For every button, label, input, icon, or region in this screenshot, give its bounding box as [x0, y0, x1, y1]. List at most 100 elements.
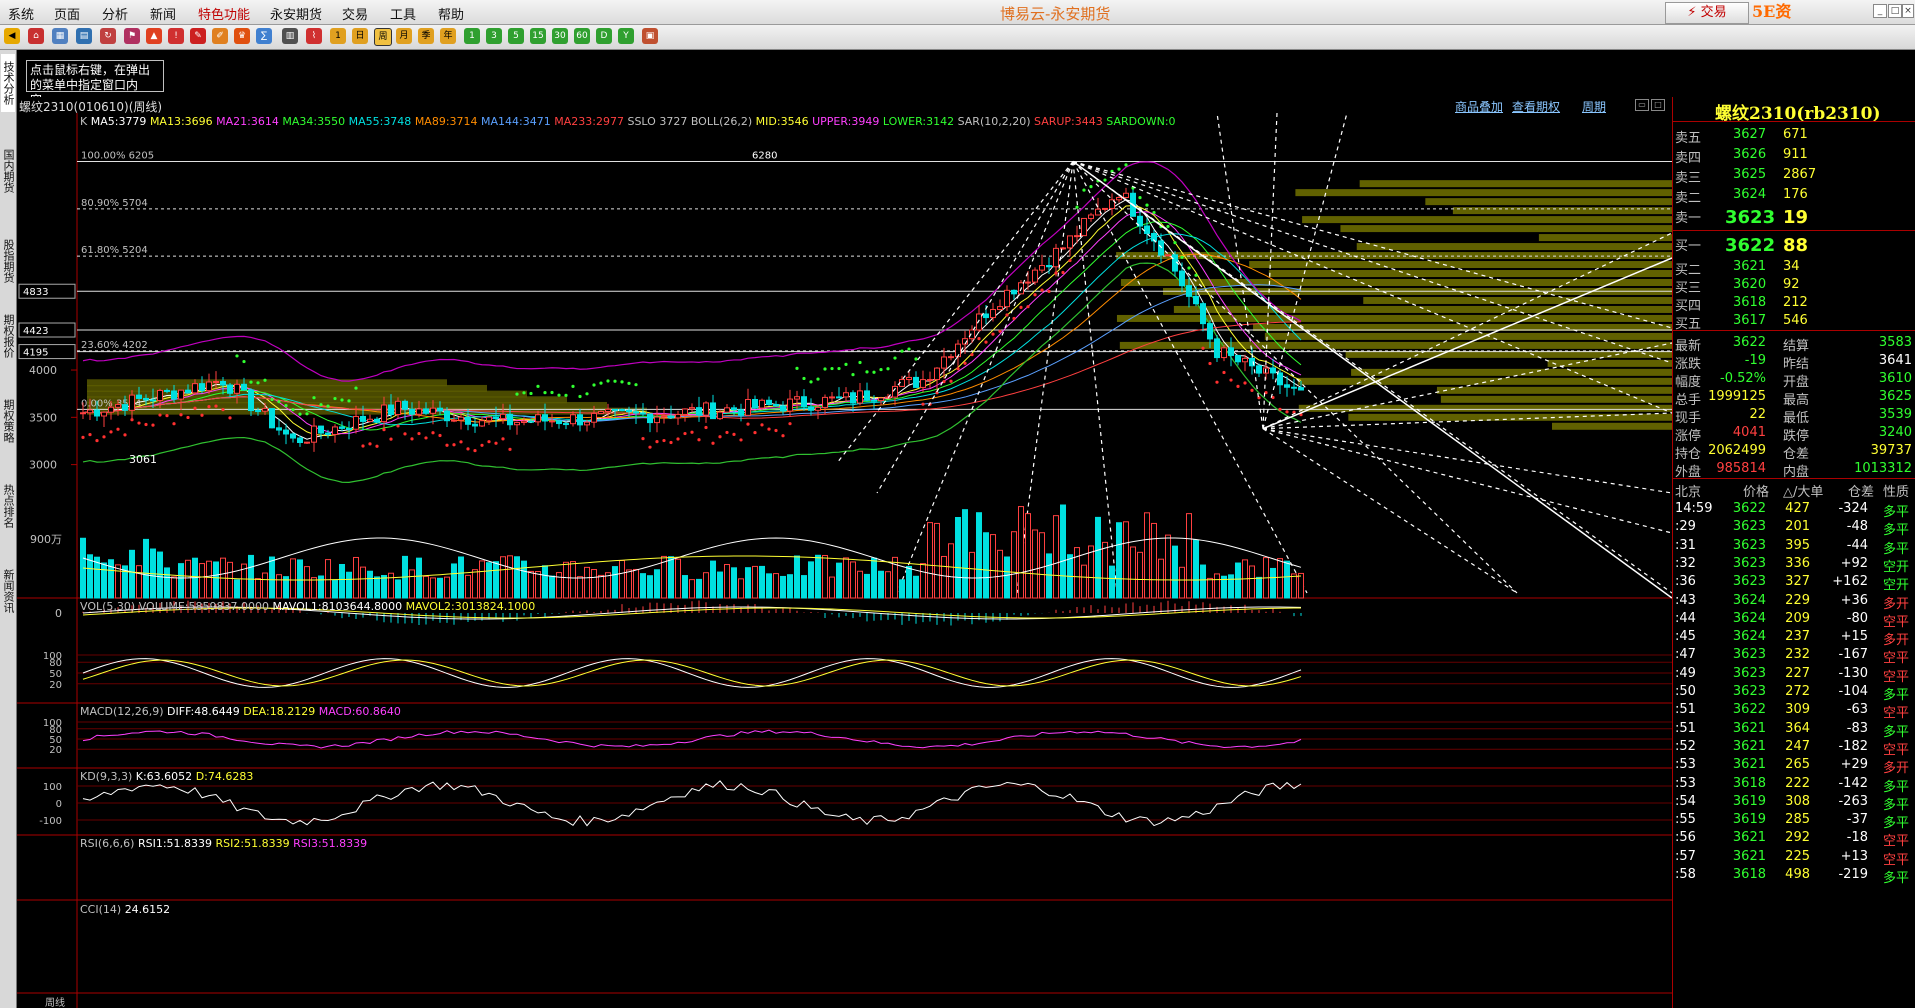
period-1-icon[interactable]: 1: [464, 28, 480, 44]
period-year2-icon[interactable]: Y: [618, 28, 634, 44]
period-month-icon[interactable]: 月: [396, 28, 412, 44]
tick-row-2[interactable]: :31 3623 395 -44 多平: [1673, 536, 1915, 557]
bid-row-4[interactable]: 买五 3617 546: [1673, 311, 1915, 332]
tick-row-17[interactable]: :55 3619 285 -37 多平: [1673, 810, 1915, 831]
tick-row-9[interactable]: :49 3623 227 -130 空平: [1673, 664, 1915, 685]
close-icon[interactable]: ×: [1902, 4, 1914, 18]
stat-row-0[interactable]: 最新 3622 结算 3583: [1673, 333, 1915, 354]
stat-row-6[interactable]: 持仓 2062499 仓差 39737: [1673, 441, 1915, 462]
tick-row-12[interactable]: :51 3621 364 -83 多平: [1673, 719, 1915, 740]
tick-row-8[interactable]: :47 3623 232 -167 空平: [1673, 645, 1915, 666]
period-30-icon[interactable]: 30: [552, 28, 568, 44]
tick-row-19[interactable]: :57 3621 225 +13 空平: [1673, 847, 1915, 868]
volume-bar: [178, 563, 184, 599]
menu-tools[interactable]: 工具: [390, 4, 416, 23]
bid-row-0[interactable]: 买一 3622 88: [1673, 233, 1915, 256]
period-day2-icon[interactable]: D: [596, 28, 612, 44]
tick-row-1[interactable]: :29 3623 201 -48 多平: [1673, 517, 1915, 538]
trade-button[interactable]: ⚡ 交易: [1665, 2, 1749, 24]
formula-icon[interactable]: ∑: [256, 28, 272, 44]
price-axis-label: 4000: [29, 364, 57, 377]
period-year-icon[interactable]: 年: [440, 28, 456, 44]
ask-row-0[interactable]: 卖五 3627 671: [1673, 125, 1915, 146]
menu-system[interactable]: 系统: [8, 4, 34, 23]
tick-row-4[interactable]: :36 3623 327 +162 空开: [1673, 572, 1915, 593]
back-arrow-icon[interactable]: ◀: [4, 28, 20, 44]
tick-time: :58: [1675, 867, 1696, 882]
ticks-header-row[interactable]: 北京 价格 △/大单 仓差 性质: [1673, 479, 1915, 500]
chart-icon[interactable]: ▲: [146, 28, 162, 44]
sar-dot: [998, 329, 1002, 333]
sidebar-tab-option-quotes[interactable]: 期权报价: [1, 305, 15, 367]
refresh-icon[interactable]: ↻: [100, 28, 116, 44]
bid-row-3[interactable]: 买四 3618 212: [1673, 293, 1915, 314]
tick-row-14[interactable]: :53 3621 265 +29 多开: [1673, 755, 1915, 776]
sidebar-tab-option-strategy[interactable]: 期权策略: [1, 390, 15, 452]
tick-time: :44: [1675, 610, 1696, 626]
sidebar-tab-domestic-futures[interactable]: 国内期货: [1, 140, 15, 202]
pen-icon[interactable]: ✎: [190, 28, 206, 44]
period-quarter-icon[interactable]: 季: [418, 28, 434, 44]
menu-help[interactable]: 帮助: [438, 4, 464, 23]
line-chart-icon[interactable]: ⌇: [306, 28, 322, 44]
tick-row-15[interactable]: :53 3618 222 -142 多平: [1673, 774, 1915, 795]
tick-row-10[interactable]: :50 3623 272 -104 多平: [1673, 682, 1915, 703]
chart-area[interactable]: 100.00% 6205 80.90% 5704 61.80% 5204 23.60%…: [17, 113, 1672, 1008]
period-week-icon[interactable]: 周: [374, 28, 392, 46]
menu-special-features[interactable]: 特色功能: [198, 4, 250, 23]
ask-row-3[interactable]: 卖二 3624 176: [1673, 185, 1915, 206]
flag-icon[interactable]: ⚑: [124, 28, 140, 44]
tick-row-18[interactable]: :56 3621 292 -18 空平: [1673, 828, 1915, 849]
alert-icon[interactable]: !: [168, 28, 184, 44]
calendar-icon[interactable]: ▣: [642, 28, 658, 44]
period-day-icon[interactable]: 日: [352, 28, 368, 44]
period-15-icon[interactable]: 15: [530, 28, 546, 44]
tick-row-11[interactable]: :51 3622 309 -63 空平: [1673, 700, 1915, 721]
grid-icon[interactable]: ▤: [76, 28, 92, 44]
tick-row-16[interactable]: :54 3619 308 -263 多平: [1673, 792, 1915, 813]
stat-row-1[interactable]: 涨跌 -19 昨结 3641: [1673, 351, 1915, 372]
bid-row-1[interactable]: 买二 3621 34: [1673, 257, 1915, 278]
period-1m-icon[interactable]: 1: [330, 28, 346, 44]
panel-max-icon[interactable]: □: [1651, 99, 1665, 111]
tick-row-20[interactable]: :58 3618 498 -219 多平: [1673, 865, 1915, 886]
stat-row-2[interactable]: 幅度 -0.52% 开盘 3610: [1673, 369, 1915, 390]
trophy-icon[interactable]: ♛: [234, 28, 250, 44]
period-3-icon[interactable]: 3: [486, 28, 502, 44]
tick-row-3[interactable]: :32 3623 336 +92 空开: [1673, 554, 1915, 575]
stat-row-4[interactable]: 现手 22 最低 3539: [1673, 405, 1915, 426]
ask-row-1[interactable]: 卖四 3626 911: [1673, 145, 1915, 166]
tick-row-0[interactable]: 14:59 3622 427 -324 多平: [1673, 499, 1915, 520]
menu-yongan-futures[interactable]: 永安期货: [270, 4, 322, 23]
maximize-icon[interactable]: □: [1888, 4, 1902, 18]
stat-row-3[interactable]: 总手 1999125 最高 3625: [1673, 387, 1915, 408]
ask-row-4[interactable]: 卖一 3623 19: [1673, 205, 1915, 228]
minimize-icon[interactable]: _: [1873, 4, 1887, 18]
layout-icon[interactable]: ▦: [52, 28, 68, 44]
ask-row-2[interactable]: 卖三 3625 2867: [1673, 165, 1915, 186]
sar-dot: [1187, 266, 1191, 270]
sidebar-tab-index-futures[interactable]: 股指期货: [1, 230, 15, 292]
tick-row-7[interactable]: :45 3624 237 +15 多开: [1673, 627, 1915, 648]
draw-icon[interactable]: ✐: [212, 28, 228, 44]
menu-analysis[interactable]: 分析: [102, 4, 128, 23]
home-icon[interactable]: ⌂: [28, 28, 44, 44]
stat-row-5[interactable]: 涨停 4041 跌停 3240: [1673, 423, 1915, 444]
menu-trade[interactable]: 交易: [342, 4, 368, 23]
period-5-icon[interactable]: 5: [508, 28, 524, 44]
menu-page[interactable]: 页面: [54, 4, 80, 23]
sidebar-tab-technical[interactable]: 技术分析: [1, 54, 15, 112]
bid-row-2[interactable]: 买三 3620 92: [1673, 275, 1915, 296]
table-icon[interactable]: ▥: [282, 28, 298, 44]
tick-row-6[interactable]: :44 3624 209 -80 空平: [1673, 609, 1915, 630]
tick-row-5[interactable]: :43 3624 229 +36 多开: [1673, 591, 1915, 612]
tick-row-13[interactable]: :52 3621 247 -182 空平: [1673, 737, 1915, 758]
panel-restore-icon[interactable]: ▭: [1635, 99, 1649, 111]
candle-body: [1032, 269, 1038, 283]
period-60-icon[interactable]: 60: [574, 28, 590, 44]
sidebar-tab-news[interactable]: 新闻资讯: [1, 560, 15, 622]
sidebar-tab-hot-ranking[interactable]: 热点排名: [1, 475, 15, 537]
stat-row-7[interactable]: 外盘 985814 内盘 1013312: [1673, 459, 1915, 480]
menu-news[interactable]: 新闻: [150, 4, 176, 23]
quote-title-bar: 螺纹2310(rb2310): [1673, 97, 1915, 124]
